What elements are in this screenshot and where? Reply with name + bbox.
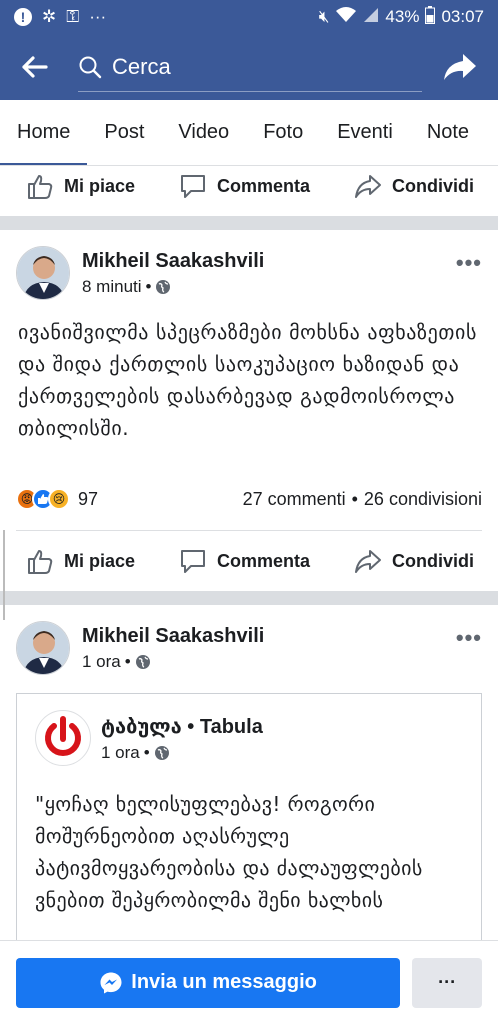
avatar[interactable] <box>16 621 70 675</box>
shared-page-name[interactable]: ტაბულა • Tabula <box>101 714 263 739</box>
send-message-label: Invia un messaggio <box>131 971 317 993</box>
post-author[interactable]: Mikheil Saakashvili <box>82 250 264 273</box>
mute-icon: 🔇︎ <box>318 7 330 26</box>
bottom-action-bar: Invia un messaggio ··· <box>0 940 498 1024</box>
tab-home[interactable]: Home <box>0 100 88 165</box>
key-icon: ⚿ <box>66 7 80 26</box>
share-icon <box>354 550 381 573</box>
post-time[interactable]: 1 ora <box>82 652 121 672</box>
shared-post-time[interactable]: 1 ora <box>101 743 140 763</box>
search-input[interactable] <box>112 53 392 80</box>
avatar[interactable] <box>16 246 70 300</box>
thumbs-up-icon <box>28 175 53 199</box>
globe-icon <box>154 745 169 760</box>
tab-post[interactable]: Post <box>87 100 161 165</box>
network-icon: ✲ <box>42 7 57 26</box>
post-options-icon[interactable]: ••• <box>456 619 482 651</box>
share-button[interactable]: Condividi <box>354 172 474 200</box>
post-time[interactable]: 8 minuti <box>82 277 142 297</box>
comment-icon <box>181 175 205 198</box>
clock: 03:07 <box>441 7 484 26</box>
more-notifications-icon: ··· <box>89 7 107 26</box>
feed: Mi piace Commenta Condividi Mikheil Saak… <box>0 166 498 940</box>
wifi-icon <box>335 6 357 28</box>
reactions-count[interactable]: 97 <box>78 489 98 510</box>
post-stats: 😡 😢 97 27 commenti • 26 condivisioni <box>0 478 498 520</box>
post-text: ივანიშვილმა სპეცრაზმები მოხსნა აფხაზეთის… <box>18 320 477 440</box>
share-arrow-icon <box>444 54 476 80</box>
share-icon <box>354 175 381 198</box>
alert-icon: ! <box>14 8 32 26</box>
post: Mikheil Saakashvili 1 ora • ••• ტაბულა •… <box>0 605 498 940</box>
scroll-edge-indicator <box>0 530 5 620</box>
comment-button[interactable]: Commenta <box>179 172 310 200</box>
shared-post[interactable]: ტაბულა • Tabula 1 ora • "ყოჩაღ ხელისუფლე… <box>16 693 482 940</box>
send-message-button[interactable]: Invia un messaggio <box>16 957 401 1008</box>
like-button[interactable]: Mi piace <box>26 547 135 575</box>
divider <box>0 591 498 605</box>
back-arrow-icon <box>22 56 48 78</box>
sad-reaction-icon: 😢 <box>48 488 70 510</box>
app-header <box>0 34 498 100</box>
reactions[interactable]: 😡 😢 <box>16 488 70 510</box>
post-author[interactable]: Mikheil Saakashvili <box>82 625 264 648</box>
thumbs-up-icon <box>28 550 53 574</box>
tab-note[interactable]: Note <box>410 100 486 165</box>
tab-video[interactable]: Video <box>161 100 246 165</box>
signal-icon <box>363 7 379 28</box>
comment-icon <box>181 550 205 573</box>
post: Mikheil Saakashvili 8 minuti • ••• ივანი… <box>0 230 498 591</box>
share-page-button[interactable] <box>422 34 498 100</box>
tabula-logo[interactable] <box>35 710 91 766</box>
globe-icon <box>156 279 171 294</box>
comments-count[interactable]: 27 commenti <box>243 489 346 510</box>
post-header: Mikheil Saakashvili 1 ora • ••• <box>0 605 498 677</box>
tab-foto[interactable]: Foto <box>246 100 320 165</box>
globe-icon <box>135 654 150 669</box>
share-button[interactable]: Condividi <box>354 547 474 575</box>
page-tabs: Home Post Video Foto Eventi Note <box>0 100 498 166</box>
battery-icon <box>425 5 436 29</box>
search-icon <box>79 56 102 78</box>
divider <box>0 216 498 230</box>
back-button[interactable] <box>0 34 70 100</box>
comment-button[interactable]: Commenta <box>179 547 310 575</box>
tab-eventi[interactable]: Eventi <box>320 100 410 165</box>
shared-post-text: "ყოჩაღ ხელისუფლებავ! როგორი მოშურნეობით … <box>35 792 423 912</box>
more-options-button[interactable]: ··· <box>412 957 482 1008</box>
shares-count[interactable]: 26 condivisioni <box>364 489 482 510</box>
search-box[interactable] <box>78 42 422 92</box>
battery-percent: 43% <box>385 7 420 26</box>
post-actions: Mi piace Commenta Condividi <box>0 531 498 591</box>
post-header: Mikheil Saakashvili 8 minuti • ••• <box>0 230 498 302</box>
previous-post-actions: Mi piace Commenta Condividi <box>0 166 498 206</box>
post-options-icon[interactable]: ••• <box>456 244 482 276</box>
messenger-icon <box>100 972 122 993</box>
status-bar: ! ✲ ⚿ ··· 🔇︎ 43% 03:07 <box>0 0 498 34</box>
like-button[interactable]: Mi piace <box>26 172 135 200</box>
